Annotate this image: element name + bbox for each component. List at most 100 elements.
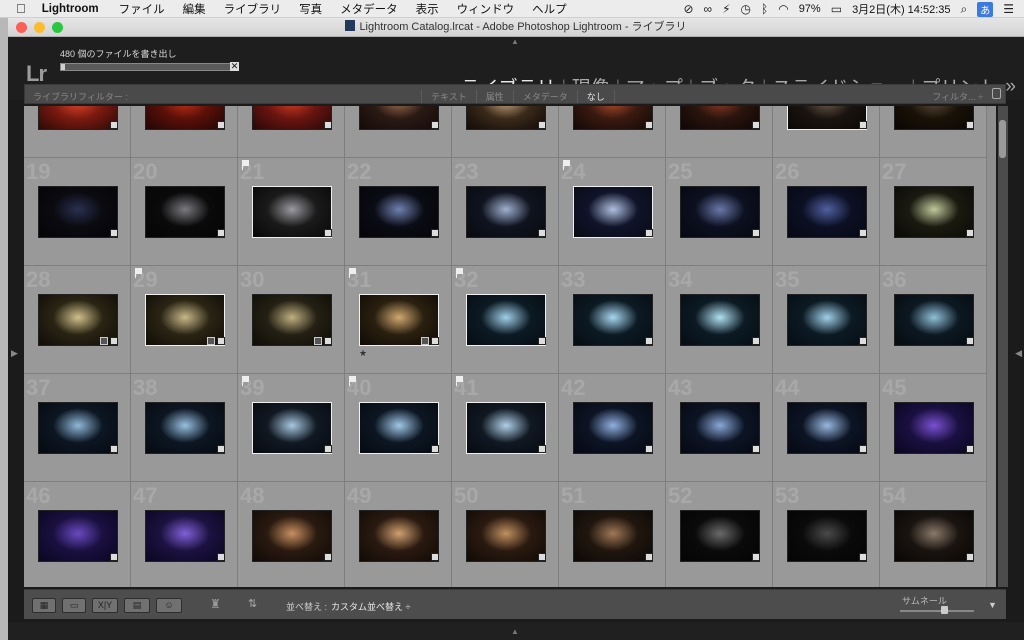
grid-cell[interactable]: 29	[131, 266, 238, 374]
creative-cloud-icon[interactable]: ∞	[704, 2, 713, 16]
collapse-top-panel-icon[interactable]: ▲	[511, 37, 519, 46]
grid-cell[interactable]: 23	[452, 158, 559, 266]
pick-flag-icon[interactable]	[456, 268, 463, 278]
grid-cell[interactable]: 46	[24, 482, 131, 587]
develop-adjustment-badge-icon[interactable]	[431, 121, 439, 129]
thumbnail-size-slider[interactable]	[900, 606, 974, 614]
develop-adjustment-badge-icon[interactable]	[752, 337, 760, 345]
expand-filmstrip-icon[interactable]: ▲	[511, 627, 519, 636]
spray-can-icon[interactable]: ♜	[210, 597, 221, 611]
photo-thumbnail[interactable]	[680, 510, 760, 562]
spotlight-icon[interactable]: ⌕	[961, 2, 968, 17]
develop-adjustment-badge-icon[interactable]	[645, 445, 653, 453]
photo-thumbnail[interactable]	[787, 186, 867, 238]
grid-cell[interactable]: 27	[880, 158, 987, 266]
input-method-indicator[interactable]: あ	[977, 1, 994, 17]
menu-metadata[interactable]: メタデータ	[340, 1, 398, 17]
photo-thumbnail[interactable]	[466, 402, 546, 454]
pick-flag-icon[interactable]	[242, 160, 249, 170]
develop-adjustment-badge-icon[interactable]	[538, 553, 546, 561]
grid-cell[interactable]: 48	[238, 482, 345, 587]
crop-badge-icon[interactable]	[207, 337, 215, 345]
develop-adjustment-badge-icon[interactable]	[324, 121, 332, 129]
grid-cell[interactable]: 25	[666, 158, 773, 266]
develop-adjustment-badge-icon[interactable]	[110, 553, 118, 561]
grid-cell[interactable]: 22	[345, 158, 452, 266]
grid-cell[interactable]: 53	[773, 482, 880, 587]
menu-window[interactable]: ウィンドウ	[457, 1, 515, 17]
toolbar-menu-icon[interactable]: ▼	[988, 600, 997, 610]
battery-percent[interactable]: 97%	[799, 3, 821, 15]
photo-thumbnail[interactable]	[894, 106, 974, 130]
photo-thumbnail[interactable]	[359, 186, 439, 238]
photo-thumbnail[interactable]	[252, 106, 332, 130]
develop-adjustment-badge-icon[interactable]	[110, 445, 118, 453]
develop-adjustment-badge-icon[interactable]	[859, 445, 867, 453]
develop-adjustment-badge-icon[interactable]	[645, 337, 653, 345]
pick-flag-icon[interactable]	[135, 268, 142, 278]
sort-direction-icon[interactable]: ⇅	[248, 597, 257, 610]
apple-icon[interactable]: 	[16, 1, 26, 16]
develop-adjustment-badge-icon[interactable]	[538, 229, 546, 237]
time-machine-icon[interactable]: ◷	[741, 2, 751, 16]
bluetooth-icon[interactable]: ᛒ	[761, 2, 768, 16]
develop-adjustment-badge-icon[interactable]	[966, 553, 974, 561]
grid-scrollbar[interactable]	[998, 106, 1008, 587]
battery-icon[interactable]: ▭	[831, 2, 842, 16]
develop-adjustment-badge-icon[interactable]	[752, 229, 760, 237]
grid-cell[interactable]: 38	[131, 374, 238, 482]
develop-adjustment-badge-icon[interactable]	[324, 229, 332, 237]
photo-thumbnail[interactable]	[573, 402, 653, 454]
menu-edit[interactable]: 編集	[183, 1, 206, 17]
filter-preset-dropdown[interactable]: フィルタ... ÷	[932, 90, 983, 103]
grid-cell[interactable]: 40	[345, 374, 452, 482]
photo-thumbnail[interactable]	[466, 510, 546, 562]
develop-adjustment-badge-icon[interactable]	[966, 337, 974, 345]
scrollbar-thumb[interactable]	[999, 120, 1006, 158]
develop-adjustment-badge-icon[interactable]	[859, 337, 867, 345]
grid-cell[interactable]: 20	[131, 158, 238, 266]
develop-adjustment-badge-icon[interactable]	[431, 229, 439, 237]
photo-thumbnail[interactable]	[145, 402, 225, 454]
flux-icon[interactable]: ⚡	[722, 2, 730, 16]
develop-adjustment-badge-icon[interactable]	[859, 121, 867, 129]
thumbnail-size-knob[interactable]	[941, 606, 949, 614]
develop-adjustment-badge-icon[interactable]	[324, 553, 332, 561]
photo-thumbnail[interactable]	[145, 510, 225, 562]
pick-flag-icon[interactable]	[563, 160, 570, 170]
close-window-button[interactable]	[16, 22, 27, 33]
loupe-view-icon[interactable]: ▭	[62, 598, 86, 613]
menu-photo[interactable]: 写真	[299, 1, 322, 17]
photo-thumbnail[interactable]	[252, 510, 332, 562]
survey-view-icon[interactable]: ▤	[124, 598, 150, 613]
develop-adjustment-badge-icon[interactable]	[431, 553, 439, 561]
photo-thumbnail[interactable]	[466, 106, 546, 130]
photo-thumbnail[interactable]	[38, 106, 118, 130]
grid-cell[interactable]: 54	[880, 482, 987, 587]
do-not-disturb-icon[interactable]: ⊘	[683, 2, 693, 16]
crop-badge-icon[interactable]	[100, 337, 108, 345]
photo-thumbnail[interactable]	[466, 186, 546, 238]
develop-adjustment-badge-icon[interactable]	[217, 337, 225, 345]
develop-adjustment-badge-icon[interactable]	[966, 229, 974, 237]
grid-cell[interactable]: 16	[666, 106, 773, 158]
menu-file[interactable]: ファイル	[119, 1, 165, 17]
grid-cell[interactable]: 28	[24, 266, 131, 374]
develop-adjustment-badge-icon[interactable]	[431, 337, 439, 345]
develop-adjustment-badge-icon[interactable]	[752, 445, 760, 453]
grid-cell[interactable]: 47	[131, 482, 238, 587]
develop-adjustment-badge-icon[interactable]	[217, 553, 225, 561]
filter-text[interactable]: テキスト	[421, 90, 476, 103]
photo-thumbnail[interactable]	[680, 402, 760, 454]
photo-thumbnail[interactable]	[787, 294, 867, 346]
grid-cell[interactable]: 15	[559, 106, 666, 158]
filter-attribute[interactable]: 属性	[475, 90, 513, 103]
grid-cell[interactable]: 39	[238, 374, 345, 482]
photo-thumbnail[interactable]	[359, 402, 439, 454]
pick-flag-icon[interactable]	[242, 376, 249, 386]
crop-badge-icon[interactable]	[314, 337, 322, 345]
photo-thumbnail[interactable]	[573, 106, 653, 130]
cancel-export-icon[interactable]: ✕	[230, 62, 239, 71]
develop-adjustment-badge-icon[interactable]	[217, 229, 225, 237]
develop-adjustment-badge-icon[interactable]	[645, 553, 653, 561]
